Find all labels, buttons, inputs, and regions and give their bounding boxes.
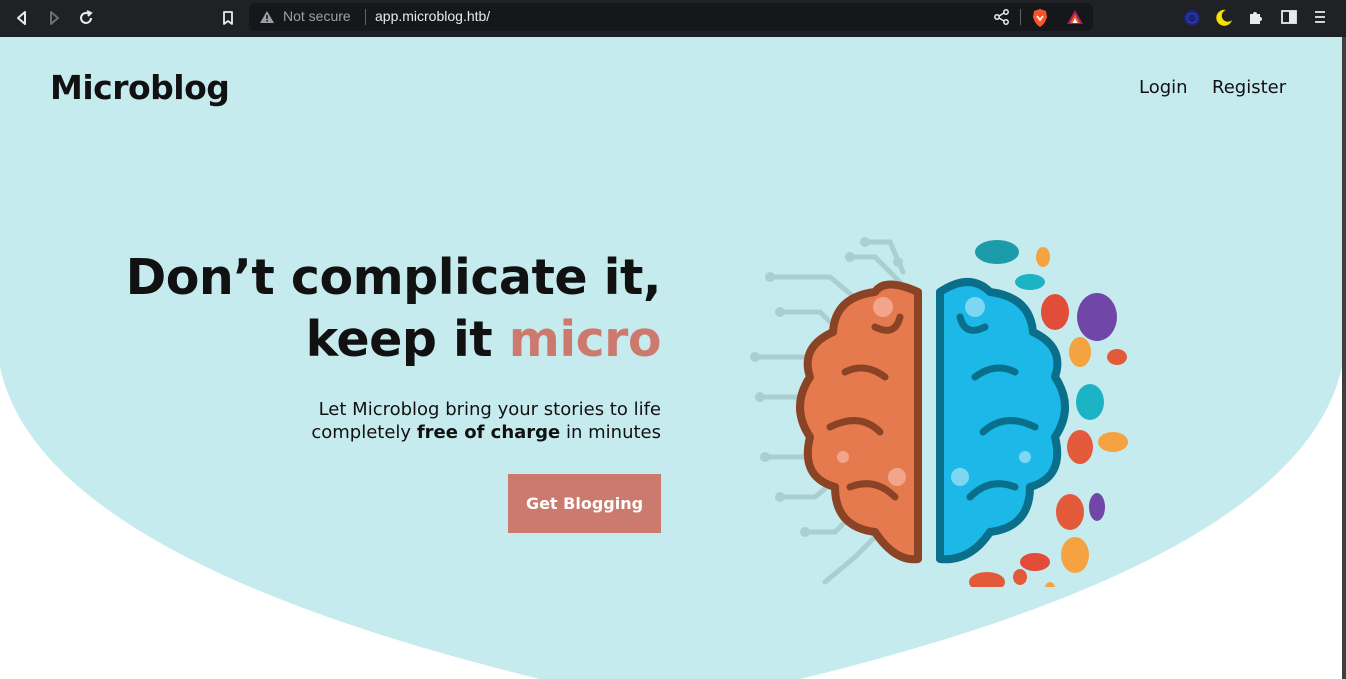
headline-line-2: keep it micro: [126, 309, 662, 371]
headline-accent-word: micro: [508, 311, 662, 368]
menu-icon[interactable]: [1312, 8, 1328, 26]
sidebar-icon[interactable]: [1280, 8, 1298, 26]
share-icon[interactable]: [993, 8, 1011, 26]
hero-headline: Don’t complicate it, keep it micro: [125, 247, 662, 371]
subtext-line-2-prefix: completely: [311, 422, 417, 443]
bookmark-icon[interactable]: [218, 8, 238, 28]
brave-shields-icon[interactable]: [1031, 8, 1049, 28]
warning-icon[interactable]: [259, 10, 275, 24]
extension-globe-icon[interactable]: [1182, 8, 1202, 28]
subtext-line-2-suffix: in minutes: [560, 422, 661, 443]
security-label[interactable]: Not secure: [283, 8, 351, 24]
headline-line-1: Don’t complicate it,: [125, 249, 662, 306]
nav-login-link[interactable]: Login: [1139, 77, 1188, 98]
forward-icon[interactable]: [44, 8, 64, 28]
dark-reader-icon[interactable]: [1214, 8, 1234, 28]
url-text[interactable]: app.microblog.htb/: [375, 8, 490, 24]
subtext-line-2: completely free of charge in minutes: [311, 421, 661, 444]
url-right-divider: [1020, 9, 1021, 25]
brave-rewards-icon[interactable]: [1065, 8, 1085, 26]
back-icon[interactable]: [12, 8, 32, 28]
get-blogging-button[interactable]: Get Blogging: [508, 474, 661, 533]
subtext-bold-phrase: free of charge: [416, 422, 561, 443]
url-divider: [365, 9, 366, 25]
subtext-line-1: Let Microblog bring your stories to life: [318, 399, 661, 420]
brain-illustration: [750, 237, 1128, 587]
window-edge: [1342, 37, 1346, 679]
extensions-puzzle-icon[interactable]: [1247, 8, 1265, 26]
headline-line-2-prefix: keep it: [305, 311, 509, 368]
reload-icon[interactable]: [76, 8, 96, 28]
site-logo[interactable]: Microblog: [50, 68, 230, 107]
browser-toolbar: Not secure app.microblog.htb/: [0, 0, 1346, 37]
page-viewport: Microblog Login Register Don’t complicat…: [0, 37, 1342, 679]
address-bar[interactable]: Not secure app.microblog.htb/: [249, 3, 1093, 31]
nav-register-link[interactable]: Register: [1212, 77, 1286, 98]
hero-subtext: Let Microblog bring your stories to life…: [311, 398, 661, 444]
